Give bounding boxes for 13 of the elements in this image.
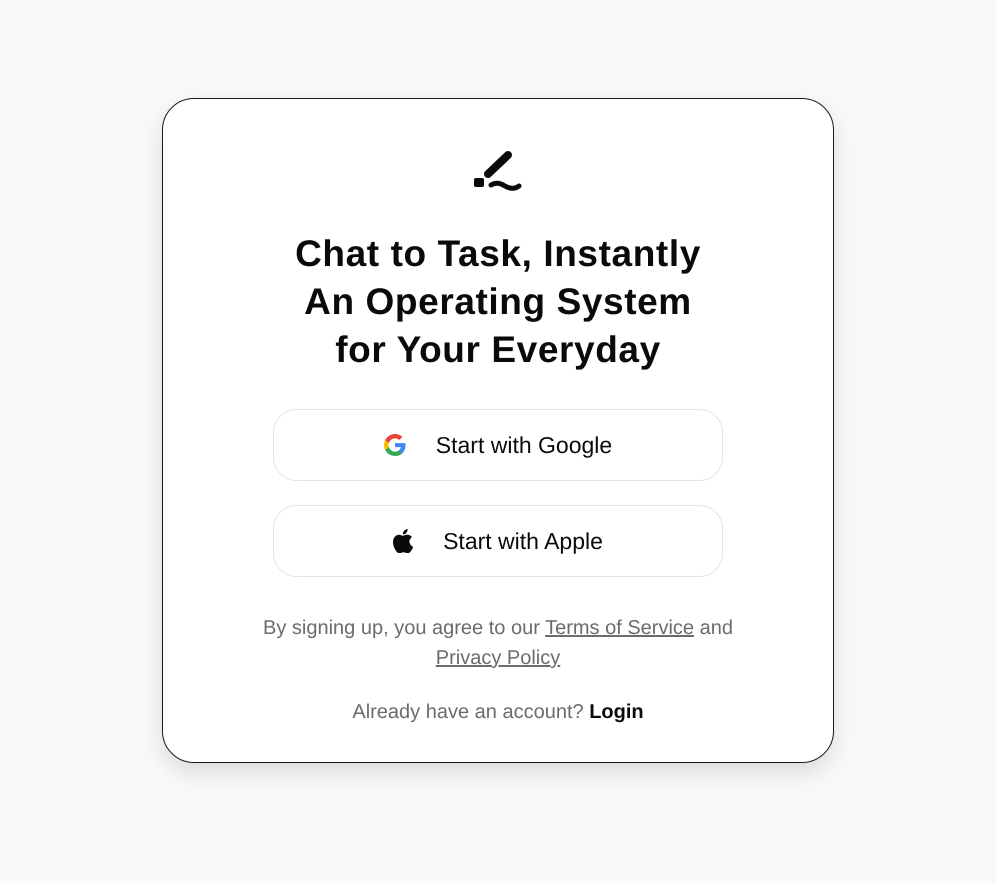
- login-link[interactable]: Login: [589, 701, 644, 723]
- apple-icon: [393, 529, 414, 553]
- pen-logo-icon: [474, 150, 522, 192]
- legal-link[interactable]: Privacy Policy: [436, 647, 560, 669]
- legal-link[interactable]: Terms of Service: [545, 617, 694, 639]
- headline-text: for Your Everyday: [334, 328, 662, 372]
- google-signin-button[interactable]: Start with Google: [273, 409, 723, 481]
- google-g-icon: [384, 434, 406, 456]
- apple-signin-button[interactable]: Start with Apple: [273, 505, 723, 577]
- login-prompt: Already have an account? Login: [352, 700, 644, 725]
- terms-notice: By signing up, you agree to our Terms of Service and Privacy Policy: [262, 616, 734, 671]
- headline-text: Chat to Task, Instantly: [295, 232, 701, 276]
- headline-text: An Operating System: [303, 280, 693, 324]
